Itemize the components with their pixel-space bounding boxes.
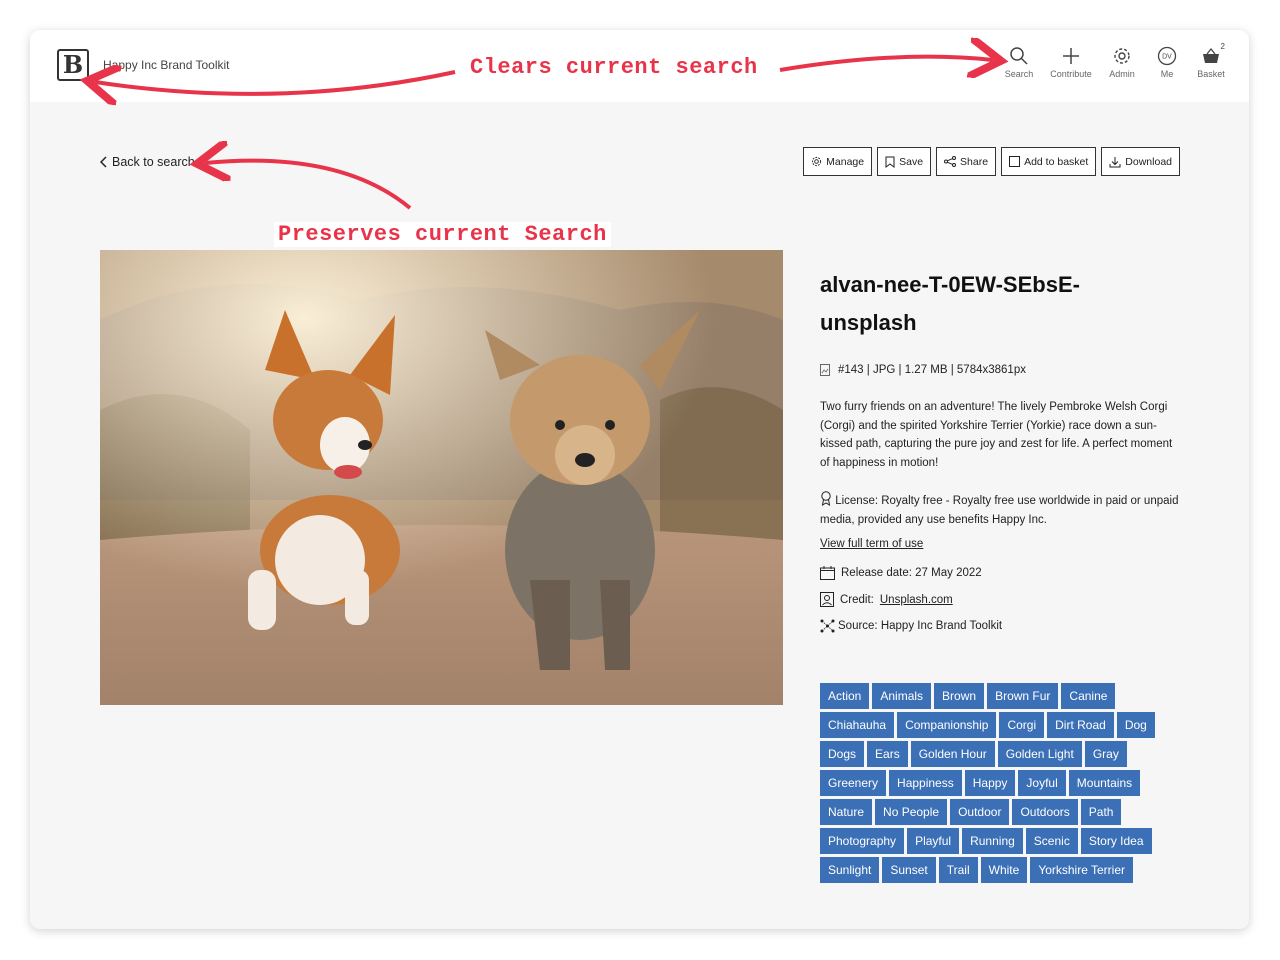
svg-text:DV: DV <box>1162 54 1172 61</box>
asset-meta-text: #143 | JPG | 1.27 MB | 5784x3861px <box>838 364 1026 376</box>
asset-meta: #143 | JPG | 1.27 MB | 5784x3861px <box>820 364 1180 376</box>
calendar-icon <box>820 566 835 580</box>
tag-chip[interactable]: Mountains <box>1068 770 1141 796</box>
asset-title: alvan-nee-T-0EW-SEbsE- unsplash <box>820 266 1180 342</box>
tag-chip[interactable]: Gray <box>1084 741 1127 767</box>
source-text: Source: Happy Inc Brand Toolkit <box>838 620 1003 632</box>
plus-icon <box>1063 48 1079 64</box>
tag-chip[interactable]: Outdoors <box>1012 799 1078 825</box>
tag-chip[interactable]: Path <box>1080 799 1122 825</box>
tag-chip[interactable]: Golden Hour <box>910 741 995 767</box>
add-to-basket-label: Add to basket <box>1024 155 1089 168</box>
tag-chip[interactable]: Animals <box>872 683 932 709</box>
tag-chip[interactable]: Running <box>962 828 1023 854</box>
nav-search[interactable]: Search <box>989 46 1049 79</box>
credit-label: Credit: <box>840 593 874 606</box>
tag-chip[interactable]: Scenic <box>1025 828 1078 854</box>
app-window: B Happy Inc Brand Toolkit Search Contrib… <box>30 30 1249 929</box>
release-date-text: Release date: 27 May 2022 <box>841 567 982 579</box>
release-date-row: Release date: 27 May 2022 <box>820 566 1180 580</box>
tag-chip[interactable]: Joyful <box>1018 770 1066 796</box>
tag-chip[interactable]: Companionship <box>897 712 997 738</box>
bookmark-icon <box>885 156 895 168</box>
award-icon <box>821 491 831 506</box>
tag-chip[interactable]: White <box>980 857 1028 883</box>
gear-icon <box>812 156 822 167</box>
asset-title-line2: unsplash <box>820 310 917 335</box>
tag-list: Action Animals Brown Brown Fur Canine Chiahau… <box>820 683 1160 883</box>
share-label: Share <box>960 155 989 168</box>
asset-title-line1: alvan-nee-T-0EW-SEbsE- <box>820 272 1080 297</box>
download-label: Download <box>1125 155 1172 168</box>
tag-chip[interactable]: Corgi <box>999 712 1045 738</box>
download-icon <box>1109 156 1121 167</box>
tag-chip[interactable]: Photography <box>820 828 905 854</box>
brand-logo[interactable]: B <box>57 49 89 81</box>
image-file-icon <box>820 364 830 376</box>
credit-row: Credit: Unsplash.com <box>820 592 1180 607</box>
download-button[interactable]: Download <box>1101 147 1180 176</box>
tag-chip[interactable]: Nature <box>820 799 873 825</box>
back-to-search-link[interactable]: Back to search <box>100 155 195 169</box>
gear-icon <box>1114 48 1130 64</box>
chevron-left-icon <box>100 156 107 168</box>
asset-preview-image[interactable] <box>100 250 783 705</box>
tag-chip[interactable]: Brown Fur <box>987 683 1059 709</box>
tag-chip[interactable]: Canine <box>1061 683 1116 709</box>
top-bar: B Happy Inc Brand Toolkit Search Contrib… <box>30 30 1249 102</box>
tag-chip[interactable]: Sunlight <box>820 857 880 883</box>
back-to-search-label: Back to search <box>112 155 195 169</box>
save-label: Save <box>899 155 924 168</box>
asset-license: License: Royalty free - Royalty free use… <box>820 491 1180 529</box>
source-row: Source: Happy Inc Brand Toolkit <box>820 619 1180 633</box>
tag-chip[interactable]: Trail <box>938 857 978 883</box>
tag-chip[interactable]: Greenery <box>820 770 887 796</box>
asset-actions: Manage Save Share Add to basket Download <box>803 147 1180 176</box>
share-button[interactable]: Share <box>936 147 997 176</box>
nav-basket-label: Basket <box>1197 69 1225 79</box>
tag-chip[interactable]: Outdoor <box>950 799 1010 825</box>
manage-button[interactable]: Manage <box>803 147 873 176</box>
tag-chip[interactable]: Yorkshire Terrier <box>1030 857 1134 883</box>
tag-chip[interactable]: Dirt Road <box>1047 712 1114 738</box>
share-icon <box>944 156 957 167</box>
asset-details: alvan-nee-T-0EW-SEbsE- unsplash #143 | J… <box>820 266 1180 633</box>
asset-license-text: License: Royalty free - Royalty free use… <box>820 495 1179 526</box>
tag-chip[interactable]: Action <box>820 683 870 709</box>
tag-chip[interactable]: Story Idea <box>1080 828 1152 854</box>
basket-icon <box>1203 47 1219 63</box>
nav-search-label: Search <box>1004 69 1034 79</box>
search-icon <box>1010 47 1028 65</box>
manage-label: Manage <box>826 155 865 168</box>
basket-count: 2 <box>1220 42 1225 51</box>
add-to-basket-button[interactable]: Add to basket <box>1001 147 1097 176</box>
tag-chip[interactable]: Golden Light <box>997 741 1082 767</box>
save-button[interactable]: Save <box>877 147 932 176</box>
tag-chip[interactable]: Chiahauha <box>820 712 895 738</box>
tag-chip[interactable]: Happy <box>964 770 1016 796</box>
tag-chip[interactable]: Ears <box>867 741 908 767</box>
main-nav: Search Contribute Admin DV Me 2 Basket <box>989 42 1249 96</box>
nav-basket[interactable]: 2 Basket <box>1181 42 1241 79</box>
credit-link[interactable]: Unsplash.com <box>880 594 953 606</box>
network-icon <box>820 619 835 633</box>
asset-description: Two furry friends on an adventure! The l… <box>820 401 1173 469</box>
tag-chip[interactable]: Brown <box>934 683 985 709</box>
tag-chip[interactable]: Playful <box>907 828 960 854</box>
view-terms-link[interactable]: View full term of use <box>820 538 923 550</box>
tag-chip[interactable]: Happiness <box>889 770 962 796</box>
tag-chip[interactable]: Dogs <box>820 741 865 767</box>
avatar-icon: DV <box>1157 46 1177 66</box>
tag-chip[interactable]: No People <box>875 799 948 825</box>
dogs-photo-illustration <box>100 250 783 705</box>
checkbox-icon <box>1009 156 1021 167</box>
brand-name: Happy Inc Brand Toolkit <box>103 58 230 72</box>
tag-chip[interactable]: Sunset <box>882 857 936 883</box>
user-badge-icon <box>820 592 834 607</box>
tag-chip[interactable]: Dog <box>1116 712 1155 738</box>
